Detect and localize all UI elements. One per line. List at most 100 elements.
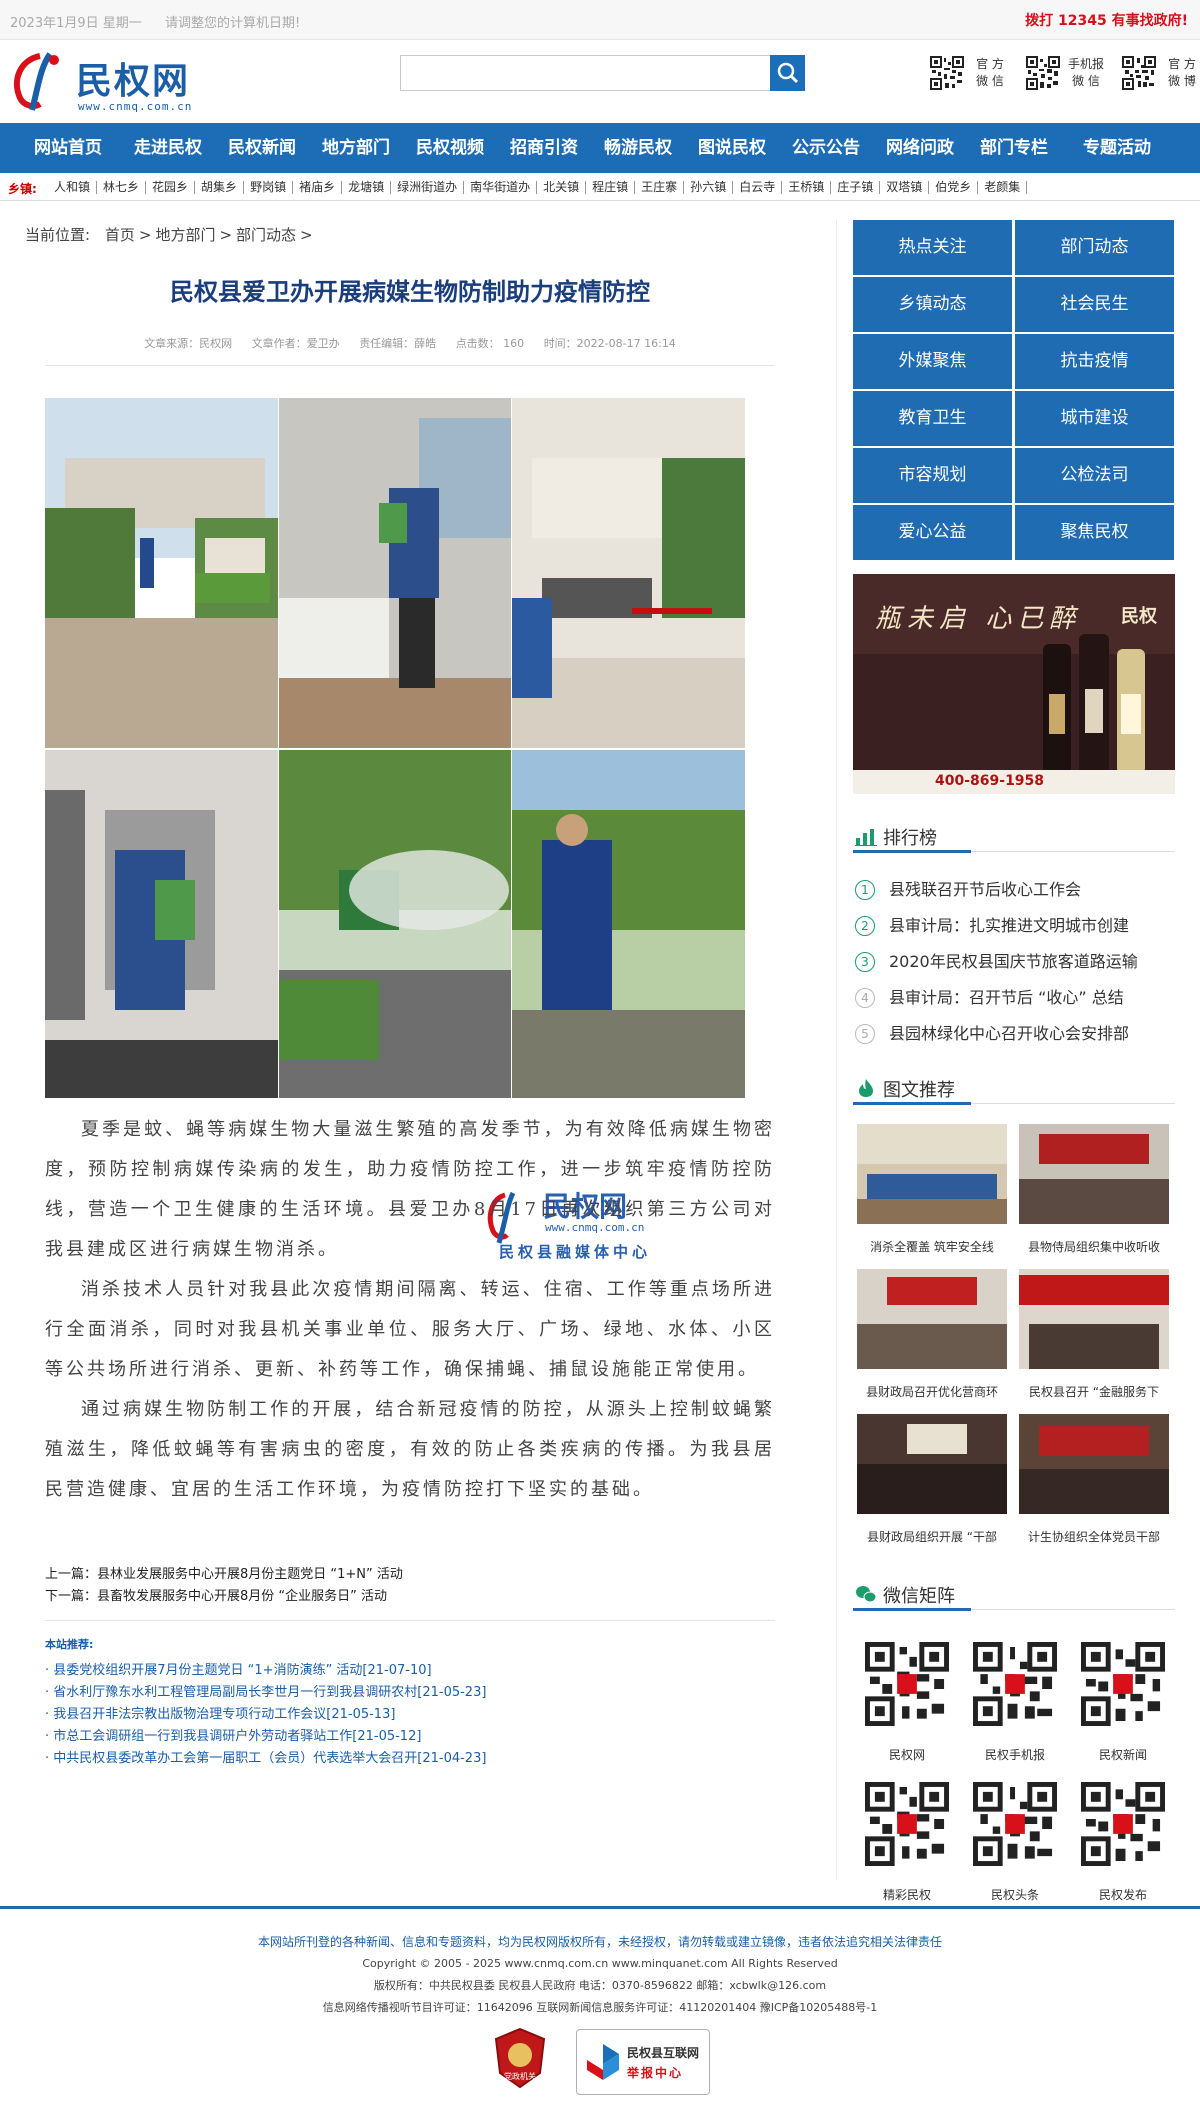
nav-item-home[interactable]: 网站首页: [28, 123, 108, 173]
qr-official-weibo[interactable]: 官 方微 博: [1122, 56, 1200, 96]
breadcrumb-link-departments[interactable]: 地方部门: [155, 226, 215, 244]
breadcrumb-link-dept-news[interactable]: 部门动态: [236, 226, 296, 244]
wechat-account[interactable]: 民权头条: [965, 1782, 1065, 1903]
qr-mobile-wechat[interactable]: 手机报微 信: [1026, 56, 1116, 96]
wechat-account[interactable]: 民权网: [857, 1642, 957, 1763]
rank-item[interactable]: 2 县审计局：扎实推进文明城市创建: [853, 908, 1175, 944]
rank-item-title: 县残联召开节后收心工作会: [889, 880, 1082, 899]
category-focus[interactable]: 聚焦民权: [1015, 505, 1174, 560]
category-charity[interactable]: 爱心公益: [853, 505, 1012, 560]
category-foreign-media[interactable]: 外媒聚焦: [853, 334, 1012, 389]
photo-caption: 县财政局召开优化营商环: [865, 1385, 998, 1399]
town-link[interactable]: 王庄寨: [635, 181, 685, 194]
qr-code-icon: [865, 1782, 950, 1866]
photo-recommend-title: 图文推荐: [883, 1080, 955, 1101]
town-link[interactable]: 龙塘镇: [342, 181, 392, 194]
next-article-link[interactable]: 下一篇：县畜牧发展服务中心开展8月份 “企业服务日” 活动: [45, 1586, 775, 1608]
rank-item-title: 县审计局：召开节后 “收心” 总结: [889, 988, 1124, 1007]
town-link[interactable]: 绿洲街道办: [391, 181, 465, 194]
town-link[interactable]: 程庄镇: [586, 181, 636, 194]
town-link[interactable]: 伯党乡: [929, 181, 979, 194]
category-planning[interactable]: 市容规划: [853, 448, 1012, 503]
nav-item-notices[interactable]: 公示公告: [778, 123, 874, 173]
category-hot[interactable]: 热点关注: [853, 220, 1012, 275]
town-link[interactable]: 孙六镇: [684, 181, 734, 194]
rank-item[interactable]: 1 县残联召开节后收心工作会: [853, 872, 1175, 908]
nav-item-departments[interactable]: 地方部门: [308, 123, 404, 173]
town-link[interactable]: 褚庙乡: [293, 181, 343, 194]
category-society[interactable]: 社会民生: [1015, 277, 1174, 332]
photo-card[interactable]: 民权县召开 “金融服务下: [1019, 1269, 1169, 1400]
photo-card[interactable]: 计生协组织全体党员干部: [1019, 1414, 1169, 1545]
category-towns[interactable]: 乡镇动态: [853, 277, 1012, 332]
nav-item-travel[interactable]: 畅游民权: [590, 123, 686, 173]
header-underline: [853, 1102, 971, 1105]
prev-article-link[interactable]: 上一篇：县林业发展服务中心开展8月份主题党日 “1+N” 活动: [45, 1564, 775, 1586]
rank-item[interactable]: 3 2020年民权县国庆节旅客道路运输: [853, 944, 1175, 980]
photo-card[interactable]: 县财政局组织开展 “干部: [857, 1414, 1007, 1545]
wine-advertisement[interactable]: 瓶未启 心已醉 民权 400-869-1958: [853, 574, 1175, 794]
wechat-icon: [856, 1586, 877, 1603]
nav-item-pictures[interactable]: 图说民权: [684, 123, 780, 173]
photo-card[interactable]: 消杀全覆盖 筑牢安全线: [857, 1124, 1007, 1255]
recommended-item[interactable]: · 市总工会调研组一行到我县调研户外劳动者驿站工作[21-05-12]: [45, 1726, 785, 1748]
town-link[interactable]: 王桥镇: [782, 181, 832, 194]
site-footer: 本网站所刊登的各种新闻、信息和专题资料，均为民权网版权所有，未经授权，请勿转载或…: [0, 1906, 1200, 2128]
rank-number: 3: [855, 952, 875, 972]
category-justice[interactable]: 公检法司: [1015, 448, 1174, 503]
photo-caption: 消杀全覆盖 筑牢安全线: [870, 1240, 994, 1254]
town-link[interactable]: 野岗镇: [244, 181, 294, 194]
recommended-item[interactable]: · 县委党校组织开展7月份主题党日 “1+消防演练” 活动[21-07-10]: [45, 1660, 785, 1682]
nav-item-dept-columns[interactable]: 部门专栏: [966, 123, 1062, 173]
nav-item-news[interactable]: 民权新闻: [214, 123, 310, 173]
category-dept-news[interactable]: 部门动态: [1015, 220, 1174, 275]
wechat-account-name: 民权发布: [1098, 1888, 1147, 1902]
wechat-account[interactable]: 精彩民权: [857, 1782, 957, 1903]
recommended-item[interactable]: · 中共民权县委改革办工会第一届职工（会员）代表选举大会召开[21-04-23]: [45, 1748, 785, 1770]
date-notice: 请调整您的计算机日期!: [165, 16, 301, 31]
qr-official-wechat[interactable]: 官 方微 信: [930, 56, 1020, 96]
wechat-account[interactable]: 民权手机报: [965, 1642, 1065, 1763]
town-link[interactable]: 花园乡: [146, 181, 196, 194]
town-link[interactable]: 人和镇: [48, 181, 98, 194]
category-urban[interactable]: 城市建设: [1015, 391, 1174, 446]
nav-item-investment[interactable]: 招商引资: [496, 123, 592, 173]
town-link[interactable]: 北关镇: [537, 181, 587, 194]
gov-agency-badge[interactable]: 党政机关: [494, 2027, 546, 2089]
wechat-header: 微信矩阵: [853, 1578, 1175, 1611]
report-center-badge[interactable]: 民权县互联网 举报中心: [576, 2029, 710, 2095]
rank-item[interactable]: 5 县园林绿化中心召开收心会安排部: [853, 1016, 1175, 1052]
recommended-item[interactable]: · 省水利厅豫东水利工程管理局副局长李世月一行到我县调研农村[21-05-23]: [45, 1682, 785, 1704]
recommended-title: 本站推荐:: [45, 1638, 94, 1651]
breadcrumb-link-home[interactable]: 首页: [95, 226, 135, 244]
wechat-account[interactable]: 民权发布: [1073, 1782, 1173, 1903]
wechat-account[interactable]: 民权新闻: [1073, 1642, 1173, 1763]
nav-item-inquiry[interactable]: 网络问政: [872, 123, 968, 173]
wechat-account-name: 民权新闻: [1098, 1748, 1147, 1762]
photo-card[interactable]: 县物侍局组织集中收听收: [1019, 1124, 1169, 1255]
photo-card[interactable]: 县财政局召开优化营商环: [857, 1269, 1007, 1400]
town-link[interactable]: 林七乡: [97, 181, 147, 194]
town-link[interactable]: 白云寺: [733, 181, 783, 194]
breadcrumb: 当前位置: 首页 > 地方部门 > 部门动态 >: [25, 226, 313, 244]
category-epidemic[interactable]: 抗击疫情: [1015, 334, 1174, 389]
photo-outdoor-spraying: [512, 750, 745, 1098]
photo-recommend-header: 图文推荐: [853, 1072, 1175, 1105]
town-link[interactable]: 双塔镇: [880, 181, 930, 194]
photo-thumb: [857, 1269, 1007, 1369]
fire-icon: [859, 1079, 873, 1097]
category-education[interactable]: 教育卫生: [853, 391, 1012, 446]
town-link[interactable]: 老颜集: [978, 181, 1028, 194]
nav-item-special[interactable]: 专题活动: [1062, 123, 1172, 173]
nav-item-video[interactable]: 民权视频: [402, 123, 498, 173]
qr-code-icon: [930, 56, 964, 90]
search-button[interactable]: [770, 55, 805, 91]
recommended-item[interactable]: · 我县召开非法宗教出版物治理专项行动工作会议[21-05-13]: [45, 1704, 785, 1726]
search-input[interactable]: [400, 55, 770, 91]
town-link[interactable]: 南华街道办: [464, 181, 538, 194]
rank-item[interactable]: 4 县审计局：召开节后 “收心” 总结: [853, 980, 1175, 1016]
site-logo[interactable]: 民权网 www.cnmq.com.cn: [10, 48, 210, 118]
nav-item-about[interactable]: 走进民权: [120, 123, 216, 173]
town-link[interactable]: 庄子镇: [831, 181, 881, 194]
town-link[interactable]: 胡集乡: [195, 181, 245, 194]
